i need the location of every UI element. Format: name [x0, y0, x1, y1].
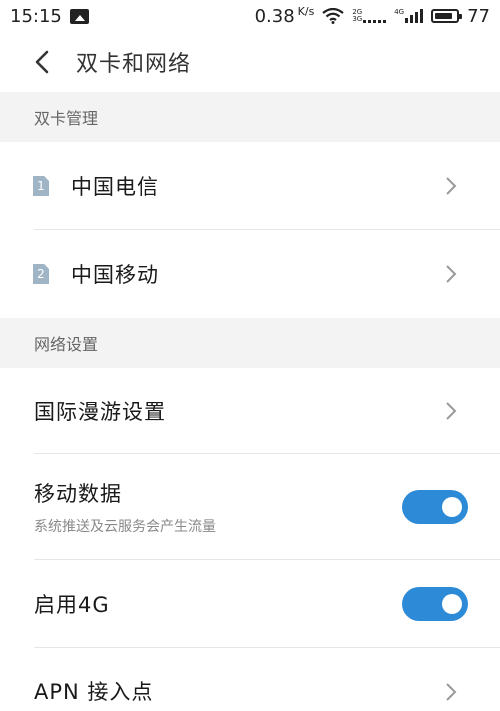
- status-time: 15:15: [10, 5, 62, 27]
- sim-card-number: 1: [37, 179, 45, 193]
- status-bar: 15:15 0.38 K/s 2G 3G 4G 77: [0, 0, 500, 32]
- page-title: 双卡和网络: [76, 52, 192, 77]
- roaming-settings-row[interactable]: 国际漫游设置: [0, 368, 500, 454]
- sim-card-label: 中国移动: [71, 263, 159, 287]
- chevron-right-icon: [446, 177, 457, 195]
- sim-card-number: 2: [37, 267, 45, 281]
- wifi-icon: [322, 8, 344, 24]
- sim2-signal: 4G: [394, 8, 424, 23]
- image-notification-icon: [69, 8, 89, 24]
- sim-card-row-2[interactable]: 2 中国移动: [0, 230, 500, 318]
- status-right: 0.38 K/s 2G 3G 4G 77: [255, 5, 490, 27]
- sim1-signal: 2G 3G: [352, 9, 387, 23]
- toggle-knob: [442, 594, 462, 614]
- mobile-data-description: 系统推送及云服务会产生流量: [34, 519, 216, 535]
- sim1-signal-label-bottom: 3G: [352, 15, 363, 23]
- sim-card-2-icon: 2: [33, 264, 49, 284]
- battery-icon: [431, 9, 463, 23]
- mobile-data-toggle[interactable]: [402, 490, 468, 524]
- section-header-network: 网络设置: [0, 318, 500, 368]
- network-speed-value: 0.38: [254, 6, 295, 27]
- chevron-right-icon: [446, 402, 457, 420]
- enable-4g-row[interactable]: 启用4G: [0, 560, 500, 648]
- network-speed-unit: K/s: [297, 5, 315, 18]
- chevron-right-icon: [446, 265, 457, 283]
- mobile-data-label: 移动数据: [34, 482, 122, 506]
- section-title: 双卡管理: [34, 109, 99, 128]
- status-left: 15:15: [10, 6, 89, 27]
- battery-level: 77: [467, 5, 490, 27]
- enable-4g-toggle[interactable]: [402, 587, 468, 621]
- sim-card-row-1[interactable]: 1 中国电信: [0, 142, 500, 230]
- toggle-knob: [442, 497, 462, 517]
- chevron-left-icon: [35, 50, 49, 74]
- sim2-signal-label: 4G: [394, 8, 405, 16]
- network-speed: 0.38 K/s: [255, 5, 315, 27]
- apn-label: APN 接入点: [34, 679, 154, 704]
- section-title: 网络设置: [34, 335, 99, 354]
- mobile-data-text: 移动数据 系统推送及云服务会产生流量: [34, 478, 216, 536]
- sim-card-1-icon: 1: [33, 176, 49, 196]
- signal-bars-icon: [405, 9, 424, 23]
- back-button[interactable]: [22, 42, 62, 82]
- chevron-right-icon: [446, 683, 457, 701]
- apn-row[interactable]: APN 接入点: [0, 648, 500, 711]
- app-header: 双卡和网络: [0, 32, 500, 92]
- sim-card-label: 中国电信: [71, 175, 159, 199]
- enable-4g-label: 启用4G: [34, 593, 110, 617]
- roaming-settings-label: 国际漫游设置: [34, 400, 166, 424]
- mobile-data-row[interactable]: 移动数据 系统推送及云服务会产生流量: [0, 454, 500, 560]
- section-header-dual-sim: 双卡管理: [0, 92, 500, 142]
- signal-bars-icon: [363, 9, 387, 23]
